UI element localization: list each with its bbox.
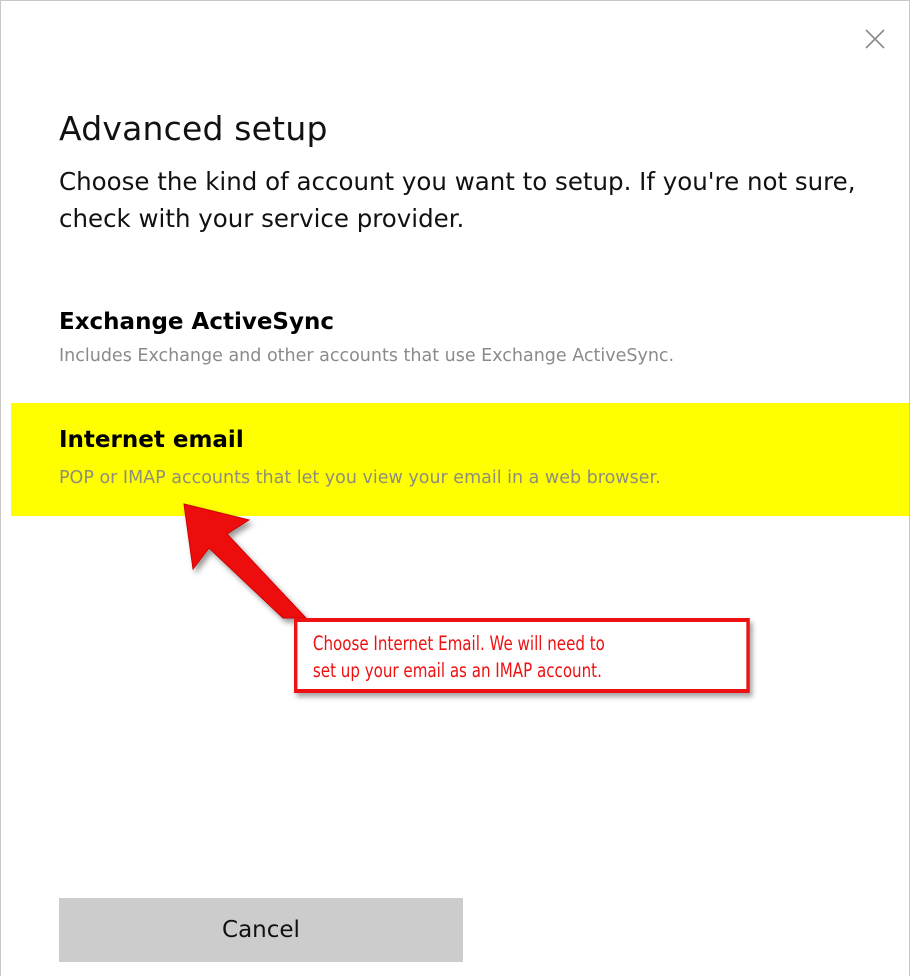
annotation-callout: Choose Internet Email. We will need to s… [294, 618, 750, 693]
option-description: Includes Exchange and other accounts tha… [59, 346, 675, 366]
dialog-subtitle: Choose the kind of account you want to s… [59, 167, 856, 233]
option-title: Exchange ActiveSync [59, 309, 334, 335]
annotation-line: set up your email as an IMAP account. [312, 659, 602, 682]
advanced-setup-dialog: Advanced setup Choose the kind of accoun… [0, 0, 910, 976]
option-title: Internet email [59, 427, 244, 453]
cancel-button[interactable]: Cancel [59, 898, 463, 962]
close-icon [865, 29, 885, 49]
option-exchange-activesync[interactable]: Exchange ActiveSync Includes Exchange an… [11, 296, 909, 396]
option-internet-email[interactable]: Internet email POP or IMAP accounts that… [11, 403, 909, 516]
annotation-line: Choose Internet Email. We will need to [312, 632, 605, 655]
option-description: POP or IMAP accounts that let you view y… [59, 468, 661, 488]
close-button[interactable] [853, 19, 897, 59]
dialog-title: Advanced setup [59, 109, 328, 148]
